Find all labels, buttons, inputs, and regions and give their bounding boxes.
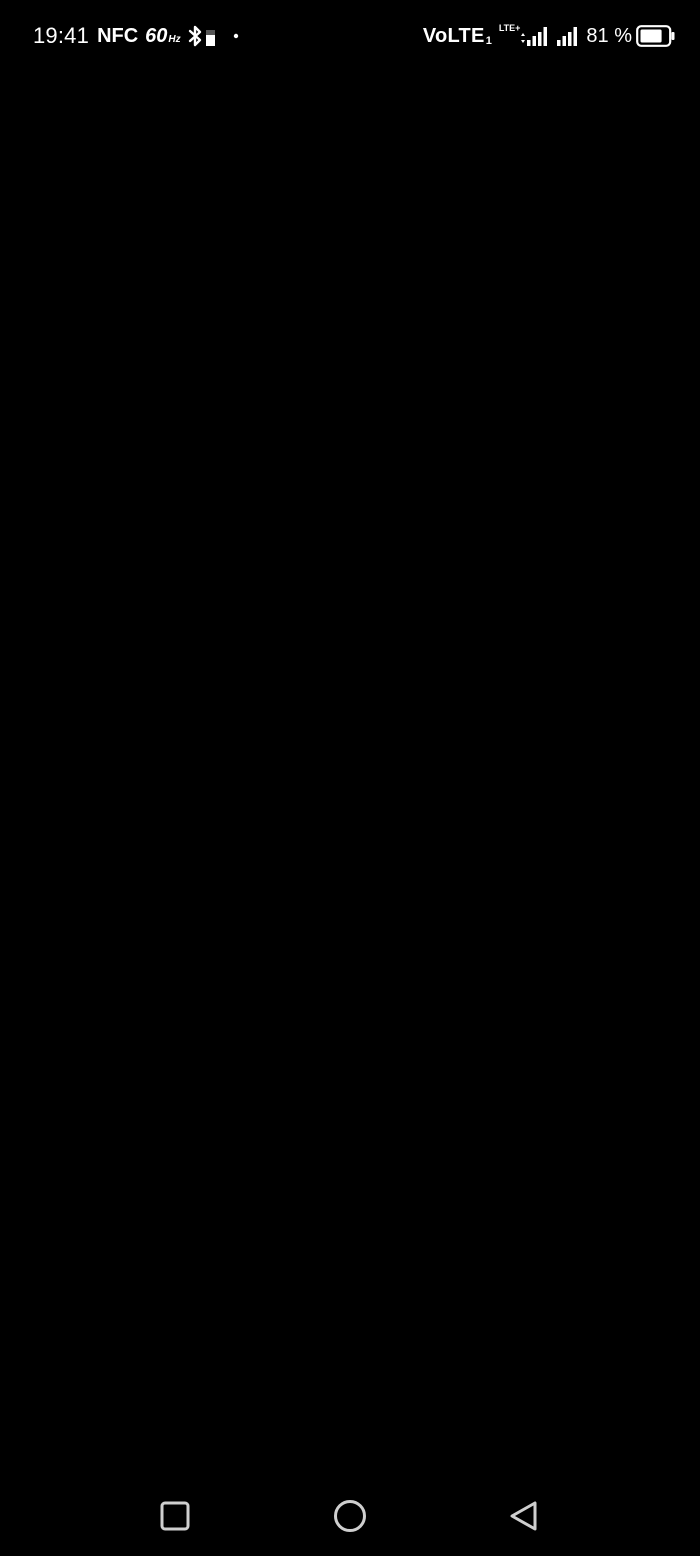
- lte-data-icon: LTE+: [499, 23, 527, 49]
- signal-icon: [557, 27, 578, 46]
- battery-percentage: 81 %: [586, 24, 632, 47]
- circle-icon: [334, 1500, 366, 1532]
- battery-icon: [636, 25, 675, 47]
- status-right-group: VoLTE 1 LTE+ 81 %: [423, 22, 676, 50]
- refresh-rate-unit: Hz: [168, 33, 181, 45]
- square-icon: [160, 1501, 190, 1531]
- status-left-group: 19:41 NFC 60 Hz: [33, 22, 239, 50]
- clock-time: 19:41: [33, 23, 90, 48]
- back-triangle-icon: [510, 1501, 537, 1531]
- navigation-bar: [0, 1476, 700, 1556]
- bluetooth-icon: [188, 25, 215, 47]
- volte-indicator: VoLTE: [422, 24, 485, 47]
- recents-button[interactable]: [157, 1498, 193, 1534]
- battery-fill: [640, 29, 662, 43]
- refresh-rate-indicator: 60 Hz: [145, 25, 180, 48]
- back-button[interactable]: [506, 1498, 542, 1534]
- notification-dot-icon: [233, 33, 238, 39]
- lte-label: LTE+: [498, 23, 521, 33]
- signal-icon: [527, 27, 548, 46]
- nfc-indicator: NFC: [97, 24, 139, 47]
- refresh-rate-value: 60: [145, 24, 168, 47]
- home-button[interactable]: [332, 1498, 368, 1534]
- volte-sim-number: 1: [485, 35, 492, 47]
- status-bar: 19:41 NFC 60 Hz VoLTE 1 LTE+ 81 %: [0, 0, 700, 72]
